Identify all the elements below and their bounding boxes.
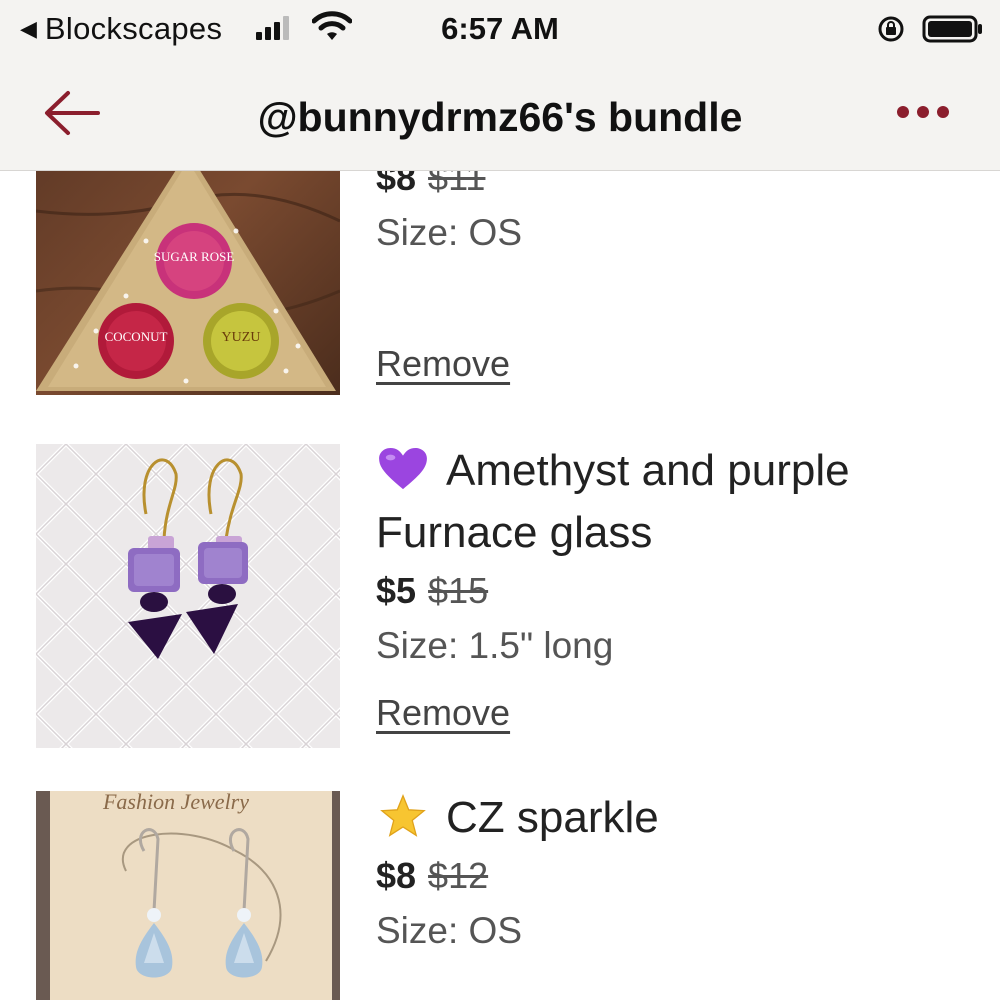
- list-item: Fashion Jewelry CZ sparkle $8 $12 Size: …: [0, 787, 1000, 1000]
- item-info: CZ sparkle $8 $12 Size: OS: [376, 787, 976, 959]
- item-title: Amethyst and purple: [376, 440, 976, 502]
- rotation-lock-icon: [878, 16, 904, 42]
- item-title-line2: Furnace glass: [376, 508, 653, 557]
- more-options-icon[interactable]: [896, 104, 950, 120]
- purple-earrings-image: [36, 444, 340, 748]
- page-title: @bunnydrmz66's bundle: [257, 94, 743, 140]
- item-thumbnail[interactable]: [36, 444, 340, 748]
- remove-button[interactable]: Remove: [376, 343, 510, 385]
- bundle-item-list: SUGAR ROSE COCONUT YUZU $8 $11 Size: OS R…: [0, 171, 1000, 1000]
- item-thumbnail[interactable]: Fashion Jewelry: [36, 791, 340, 1000]
- item-title-line1: Amethyst and purple: [446, 446, 850, 495]
- price-now: $8: [376, 171, 417, 198]
- item-price: $8 $12: [376, 849, 976, 903]
- item-thumbnail[interactable]: SUGAR ROSE COCONUT YUZU: [36, 171, 340, 395]
- price-original: $11: [428, 171, 486, 198]
- item-price: $8 $11: [376, 171, 976, 205]
- coconut-label: COCONUT: [105, 329, 168, 344]
- cz-earrings-image: Fashion Jewelry: [36, 791, 340, 1000]
- item-size: Size: OS: [376, 910, 522, 951]
- sugar-rose-label: SUGAR ROSE: [154, 249, 235, 264]
- nav-header: @bunnydrmz66's bundle: [0, 58, 1000, 171]
- item-info: Amethyst and purple Furnace glass $5 $15 …: [376, 440, 976, 674]
- status-bar: ◀ Blockscapes 6:57 AM: [0, 0, 1000, 58]
- status-time: 6:57 AM: [441, 11, 559, 46]
- item-title-line1: CZ sparkle: [446, 793, 659, 842]
- list-item: Amethyst and purple Furnace glass $5 $15 …: [0, 440, 1000, 750]
- purple-heart-icon: [379, 447, 427, 490]
- star-icon: [380, 794, 426, 837]
- lip-butter-trio-image: SUGAR ROSE COCONUT YUZU: [36, 171, 340, 395]
- price-original: $15: [428, 570, 489, 611]
- item-price: $5 $15: [376, 564, 976, 618]
- item-info: $8 $11 Size: OS: [376, 171, 976, 261]
- price-original: $12: [428, 855, 489, 896]
- price-now: $5: [376, 570, 417, 611]
- item-size: Size: 1.5" long: [376, 625, 614, 666]
- yuzu-label: YUZU: [222, 330, 261, 345]
- price-now: $8: [376, 855, 417, 896]
- card-brand-label: Fashion Jewelry: [102, 791, 249, 814]
- list-item: SUGAR ROSE COCONUT YUZU $8 $11 Size: OS R…: [0, 171, 1000, 421]
- item-size: Size: OS: [376, 212, 522, 253]
- battery-icon: [922, 15, 982, 43]
- item-title: CZ sparkle: [376, 787, 976, 849]
- remove-button[interactable]: Remove: [376, 692, 510, 734]
